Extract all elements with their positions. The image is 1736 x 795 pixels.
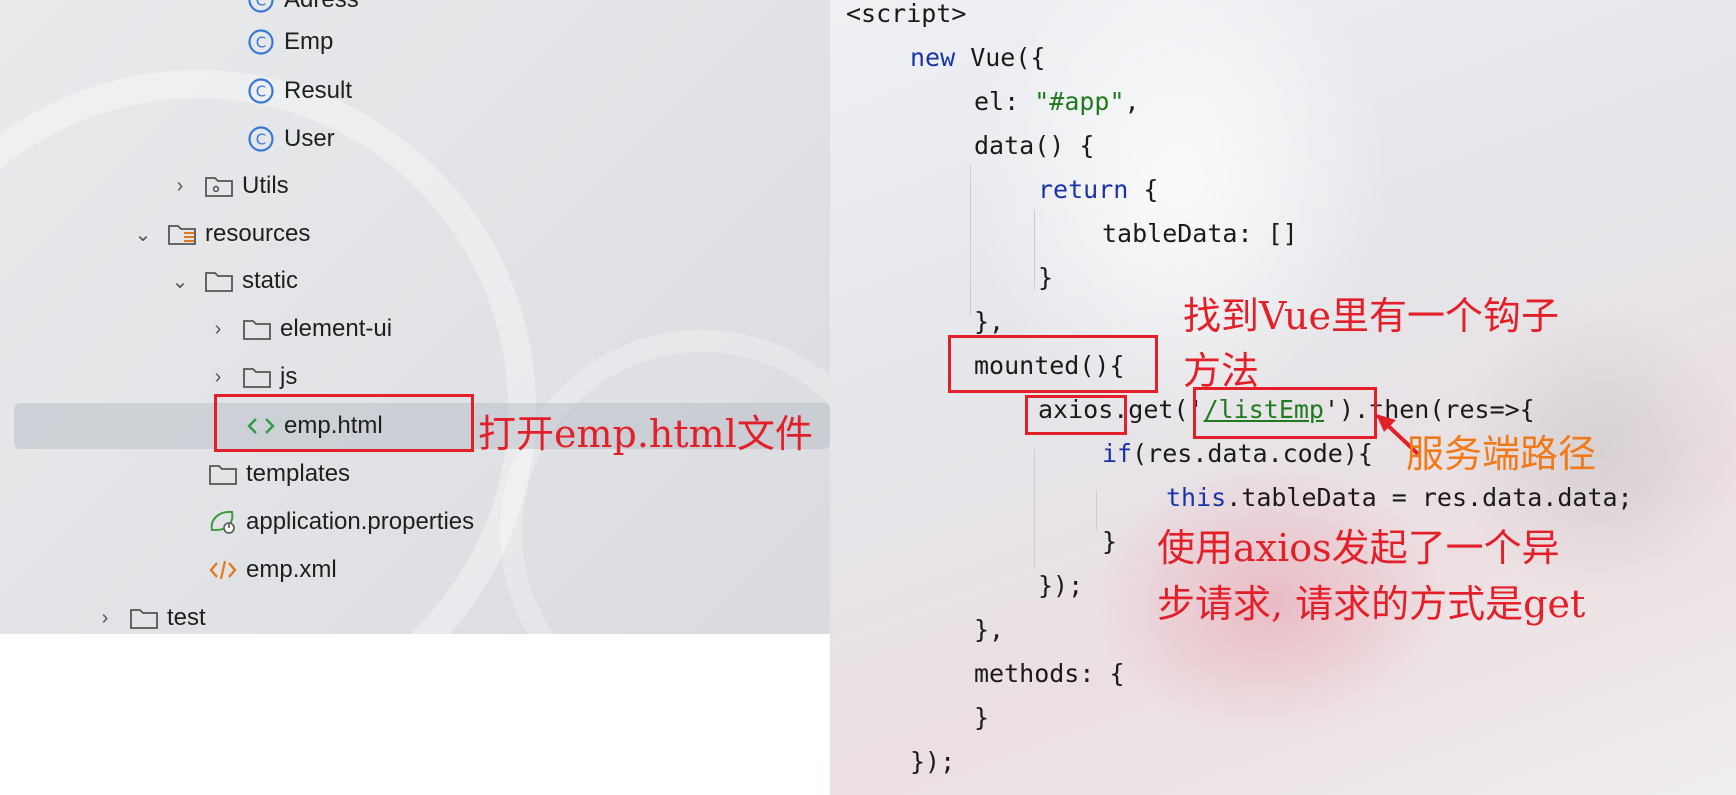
- tree-item-label: Emp: [284, 28, 334, 55]
- chevron-right-icon[interactable]: ›: [95, 607, 115, 630]
- tree-item-templates[interactable]: templates: [208, 452, 350, 496]
- tree-item-utils[interactable]: › Utils: [170, 164, 289, 208]
- tree-item-label: User: [284, 125, 335, 152]
- tree-item-label: static: [242, 267, 299, 294]
- code-line-close-then: });: [1038, 571, 1084, 600]
- code-line-close-methods: }: [974, 703, 990, 732]
- folder-icon: [242, 314, 272, 344]
- annotation-hook-line2: 方法: [1183, 349, 1260, 393]
- code-line-close-vue: });: [910, 747, 956, 776]
- tree-item-element-ui[interactable]: › element-ui: [208, 307, 392, 351]
- annotation-axios-line2: 步请求, 请求的方式是get: [1157, 582, 1586, 626]
- xml-file-icon: [208, 555, 238, 585]
- highlight-box-axios: [1025, 395, 1127, 435]
- indent-guide: [1034, 210, 1035, 290]
- indent-guide: [1096, 490, 1097, 530]
- code-line-methods: methods: {: [974, 659, 1125, 688]
- class-icon: C: [246, 0, 276, 15]
- chevron-down-icon[interactable]: ⌄: [170, 269, 190, 294]
- tree-item-js[interactable]: › js: [208, 355, 298, 399]
- svg-text:C: C: [256, 131, 266, 149]
- indent-guide: [970, 165, 971, 315]
- tree-item-label: templates: [246, 460, 351, 487]
- code-line-close-if: }: [1102, 527, 1118, 556]
- tree-item-test[interactable]: › test: [95, 596, 206, 634]
- resources-folder-icon: [167, 219, 197, 249]
- tree-item-application-properties[interactable]: application.properties: [208, 500, 474, 544]
- tree-item-label: test: [167, 604, 206, 631]
- project-tree-panel: C Adress C Emp C Result C User › Utils ⌄…: [0, 0, 830, 634]
- code-line-data: data() {: [974, 131, 1095, 160]
- tree-item-label: Result: [284, 77, 353, 104]
- spring-properties-icon: [208, 507, 238, 537]
- indent-guide: [1034, 450, 1035, 570]
- tree-item-result[interactable]: C Result: [246, 69, 352, 113]
- annotation-axios-line1: 使用axios发起了一个异: [1157, 526, 1560, 570]
- chevron-right-icon[interactable]: ›: [208, 366, 228, 389]
- svg-text:C: C: [256, 34, 266, 52]
- folder-icon: [208, 459, 238, 489]
- folder-icon: [204, 266, 234, 296]
- tree-item-resources[interactable]: ⌄ resources: [133, 212, 311, 256]
- folder-icon: [129, 603, 159, 633]
- annotation-open-file: 打开emp.html文件: [478, 412, 813, 456]
- tree-item-label: emp.xml: [246, 556, 337, 583]
- tree-item-adress[interactable]: C Adress: [246, 0, 359, 22]
- svg-text:C: C: [256, 0, 266, 10]
- chevron-right-icon[interactable]: ›: [208, 318, 228, 341]
- svg-text:C: C: [256, 83, 266, 101]
- chevron-right-icon[interactable]: ›: [170, 175, 190, 198]
- annotation-hook-line1: 找到Vue里有一个钩子: [1183, 294, 1559, 338]
- folder-icon: [242, 362, 272, 392]
- code-line-script: <script>: [846, 0, 967, 28]
- highlight-box-emp-html: [214, 394, 474, 452]
- code-line-assign: this.tableData = res.data.data;: [1166, 483, 1633, 512]
- class-icon: C: [246, 76, 276, 106]
- highlight-box-mounted: [948, 335, 1158, 393]
- annotation-server-path: 服务端路径: [1406, 432, 1597, 476]
- package-folder-icon: [204, 171, 234, 201]
- tree-item-label: js: [280, 363, 298, 390]
- class-icon: C: [246, 124, 276, 154]
- tree-item-label: resources: [205, 220, 311, 247]
- chevron-down-icon[interactable]: ⌄: [133, 222, 153, 247]
- tree-item-emp-xml[interactable]: emp.xml: [208, 548, 337, 592]
- class-icon: C: [246, 27, 276, 57]
- code-line-new-vue: new Vue({: [910, 43, 1046, 72]
- code-line-return: return {: [1038, 175, 1159, 204]
- tree-item-user[interactable]: C User: [246, 117, 335, 161]
- blank-area: [0, 634, 830, 795]
- code-line-tabledata: tableData: []: [1102, 219, 1298, 248]
- code-line-el: el: "#app",: [974, 87, 1140, 116]
- code-line-close-mounted: },: [974, 615, 1005, 644]
- code-line-close-brace: }: [1038, 263, 1054, 292]
- tree-item-label: application.properties: [246, 508, 475, 535]
- tree-item-label: element-ui: [280, 315, 393, 342]
- tree-item-emp-class[interactable]: C Emp: [246, 20, 333, 64]
- tree-item-static[interactable]: ⌄ static: [170, 259, 298, 303]
- tree-item-label: Adress: [284, 0, 359, 14]
- tree-item-label: Utils: [242, 172, 289, 199]
